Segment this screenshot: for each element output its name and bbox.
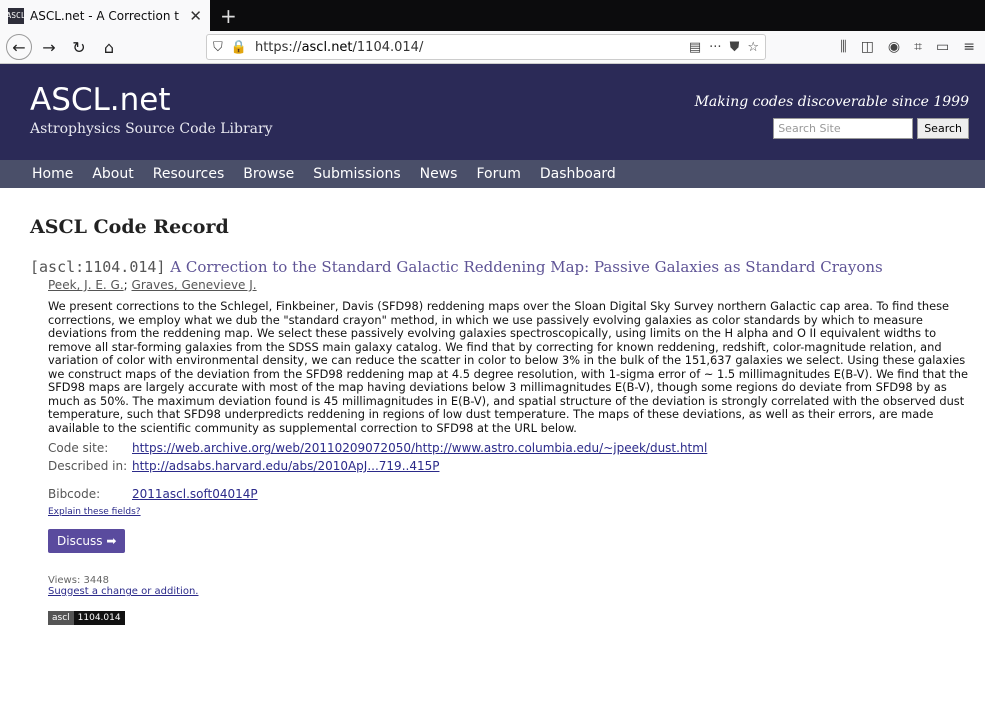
site-search: Search [773,118,969,139]
pocket-icon[interactable]: ⛊ [730,40,740,55]
url-text[interactable]: https://ascl.net/1104.014/ [255,40,681,55]
site-tagline: Making codes discoverable since 1999 [694,94,969,110]
badge-right: 1104.014 [73,611,125,625]
site-logo[interactable]: ASCL.net [30,82,171,118]
search-button[interactable]: Search [917,118,969,139]
suggest-change: Suggest a change or addition. [48,586,955,597]
reader-view-icon[interactable]: ▤ [689,40,701,55]
sidebar-icon[interactable]: ◫ [861,39,874,55]
ascl-favicon-icon: ASCL [6,7,26,24]
suggest-change-link[interactable]: Suggest a change or addition. [48,586,198,597]
bibcode-link[interactable]: 2011ascl.soft04014P [132,487,258,501]
back-arrow-icon[interactable]: ← [6,34,32,60]
authors: Peek, J. E. G.; Graves, Genevieve J. [48,278,257,292]
reload-icon[interactable]: ↻ [66,34,92,60]
record-name[interactable]: A Correction to the Standard Galactic Re… [170,258,883,276]
lock-icon[interactable]: 🔒 [231,40,247,55]
nav-forum[interactable]: Forum [476,166,520,182]
nav-home[interactable]: Home [32,166,73,182]
views-count: Views: 3448 [48,575,109,586]
close-tab-icon[interactable]: ✕ [189,7,202,25]
bibcode-label: Bibcode: [48,487,101,501]
record-id: [ascl:1104.014] [30,258,166,276]
author-link[interactable]: Peek, J. E. G. [48,278,124,292]
note-icon[interactable]: ▭ [936,39,949,55]
account-icon[interactable]: ◉ [888,39,900,55]
author-link[interactable]: Graves, Genevieve J. [132,278,257,292]
discuss-button[interactable]: Discuss ➡ [48,529,126,553]
url-bar[interactable]: ⛉ 🔒 https://ascl.net/1104.014/ ▤ ··· ⛊ ☆ [206,34,766,60]
shield-icon[interactable]: ⛉ [213,40,223,55]
nav-news[interactable]: News [420,166,458,182]
code-site-label: Code site: [48,441,109,455]
search-input[interactable] [773,118,914,139]
badge-left: ascl [48,611,74,625]
nav-resources[interactable]: Resources [153,166,225,182]
ascl-badge[interactable]: ascl 1104.014 [48,611,125,625]
forward-arrow-icon[interactable]: → [36,34,62,60]
main-content: ASCL Code Record [ascl:1104.014] A Corre… [0,188,985,625]
nav-submissions[interactable]: Submissions [313,166,400,182]
code-site-link[interactable]: https://web.archive.org/web/201102090720… [132,441,707,455]
bookmark-star-icon[interactable]: ☆ [747,40,759,55]
site-header: ASCL.net Astrophysics Source Code Librar… [0,64,985,160]
page-actions-icon[interactable]: ··· [709,40,721,55]
browser-tabbar: ASCL ASCL.net - A Correction t ✕ + [0,0,985,31]
described-in-field: Described in: http://adsabs.harvard.edu/… [48,459,955,473]
page-title: ASCL Code Record [30,216,229,238]
site-subtitle: Astrophysics Source Code Library [30,121,273,137]
browser-navbar: ← → ↻ ⌂ ⛉ 🔒 https://ascl.net/1104.014/ ▤… [0,31,985,64]
nav-about[interactable]: About [92,166,133,182]
nav-browse[interactable]: Browse [243,166,294,182]
home-icon[interactable]: ⌂ [96,34,122,60]
record-title: [ascl:1104.014] A Correction to the Stan… [30,258,955,276]
explain-fields: Explain these fields? [48,507,955,517]
browser-tab[interactable]: ASCL ASCL.net - A Correction t ✕ [0,0,210,31]
abstract: We present corrections to the Schlegel, … [48,299,968,435]
described-in-link[interactable]: http://adsabs.harvard.edu/abs/2010ApJ...… [132,459,439,473]
tab-title: ASCL.net - A Correction t [30,8,179,23]
explain-fields-link[interactable]: Explain these fields? [48,507,141,517]
new-tab-icon[interactable]: + [210,0,247,31]
library-icon[interactable]: ⫼ [840,39,846,55]
code-site-field: Code site: https://web.archive.org/web/2… [48,441,955,455]
site-nav: Home About Resources Browse Submissions … [0,160,985,188]
bibcode-field: Bibcode: 2011ascl.soft04014P [48,487,955,501]
menu-icon[interactable]: ≡ [963,39,975,55]
extension-icon[interactable]: ⌗ [914,39,922,55]
record-fields: Code site: https://web.archive.org/web/2… [48,441,955,501]
nav-dashboard[interactable]: Dashboard [540,166,616,182]
described-in-label: Described in: [48,459,128,473]
